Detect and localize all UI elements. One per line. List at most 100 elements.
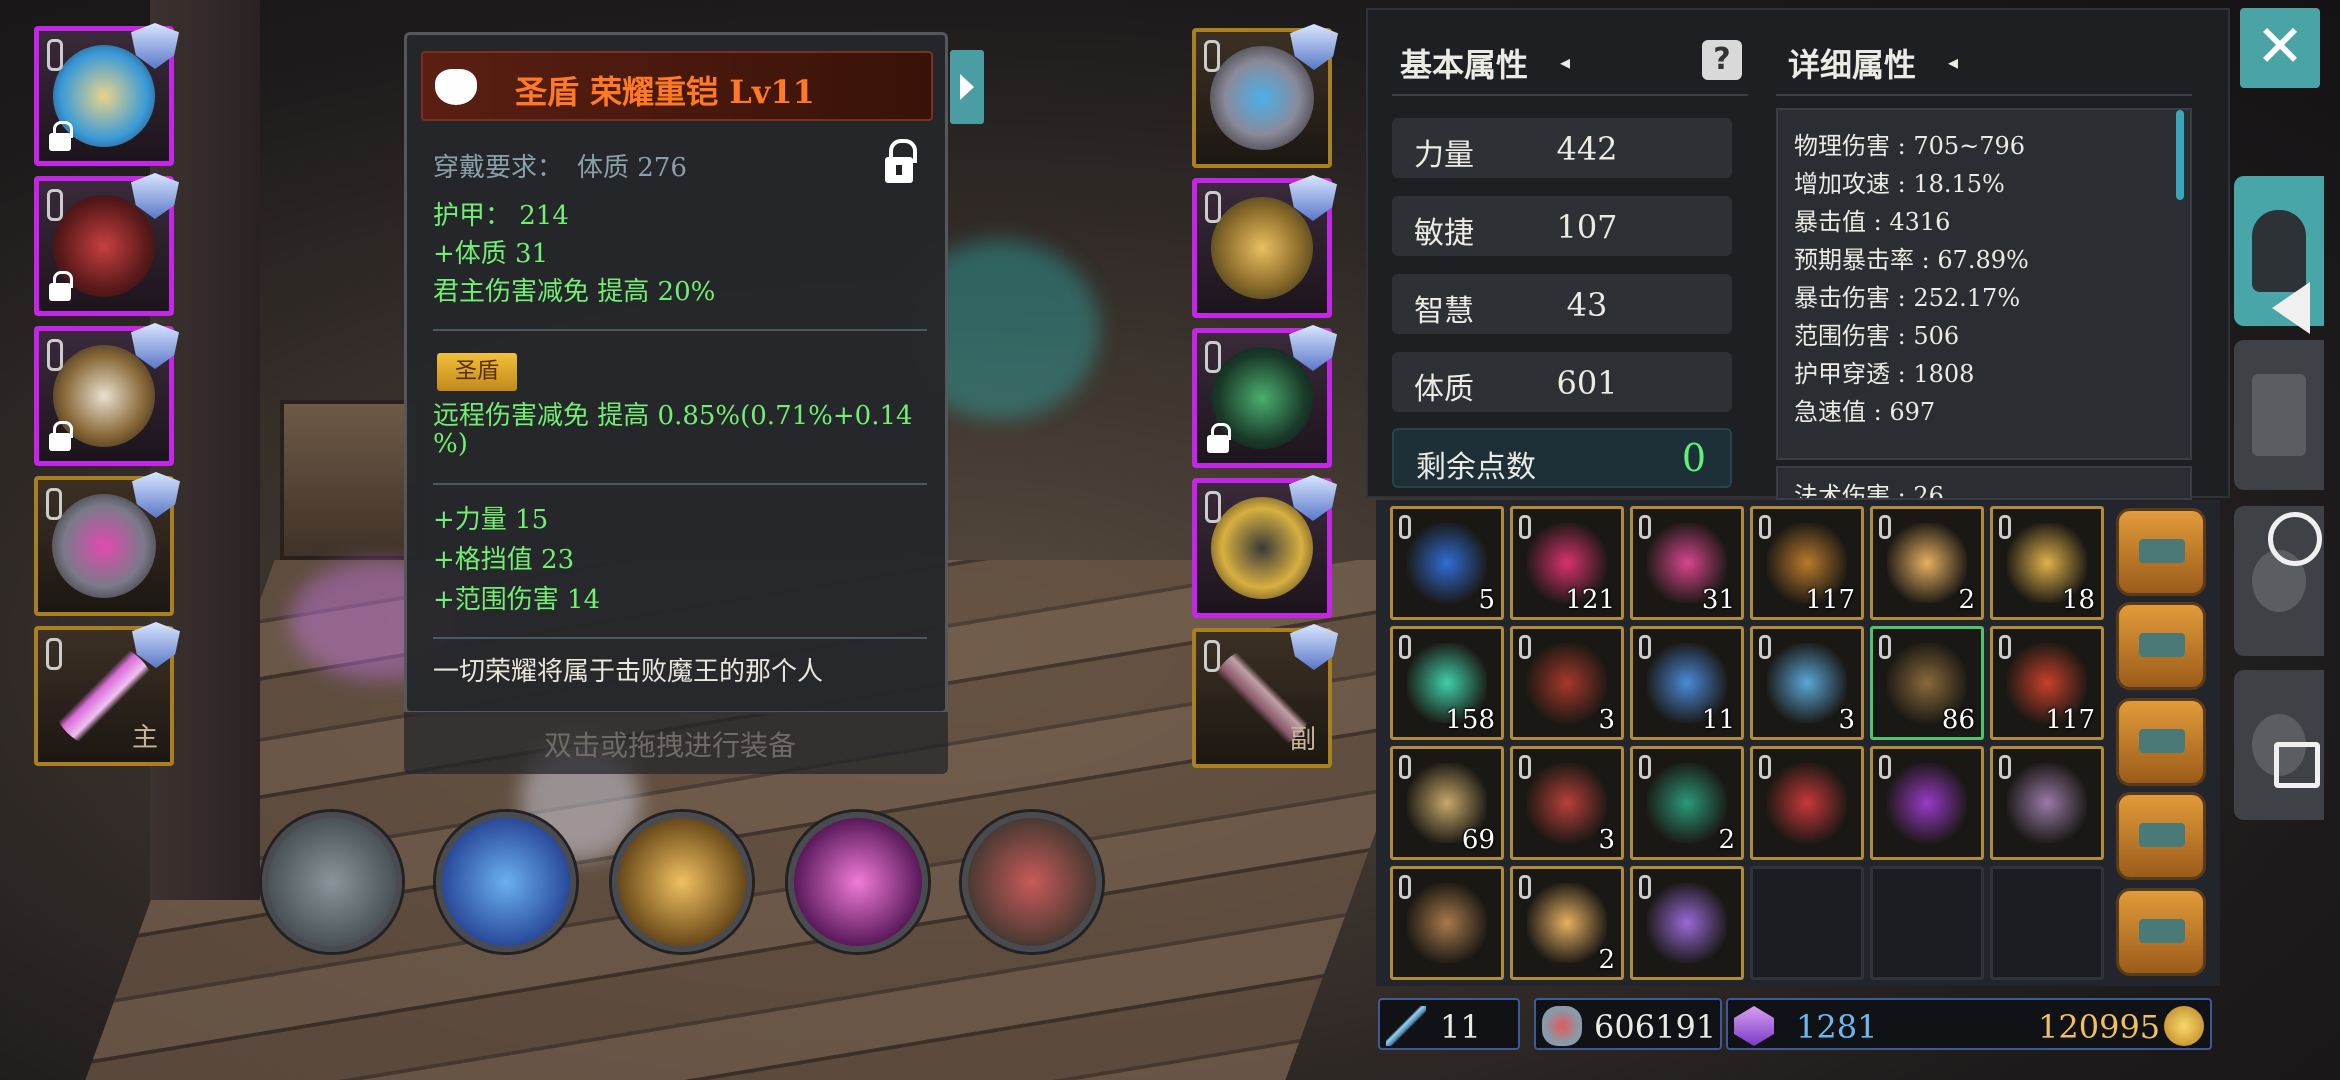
inventory-item[interactable] [1750,746,1864,860]
attributes-panel: 基本属性 ◂ ? 详细属性 ◂ 力量 442 敏捷 107 智慧 43 体质 6… [1366,8,2230,500]
bag-icon[interactable] [2116,792,2206,880]
nav-recents-icon[interactable] [2274,742,2320,788]
set-bonus-line-1: 远程伤害减免 提高 0.85%(0.71%+0.14 [433,401,913,431]
nav-home-icon[interactable] [2268,512,2322,566]
inventory-grid: 5 121 31 117 2 18 158 3 11 3 86 117 69 3 2 2 [1376,500,2220,986]
stat-value: 442 [1556,130,1618,168]
inventory-item[interactable]: 3 [1750,626,1864,740]
equip-hint: 双击或拖拽进行装备 [544,729,797,762]
inventory-slot-empty[interactable] [1750,866,1864,980]
link-icon [1879,515,1891,539]
damage-reduction-stat: 君主伤害减免 提高 20% [433,277,716,307]
equip-slot-ring[interactable] [34,472,180,616]
inventory-item[interactable] [1990,746,2104,860]
item-tooltip: 圣盾 荣耀重铠 Lv11 穿戴要求： 体质 276 护甲： 214 +体质 31… [404,32,948,714]
lock-icon[interactable] [885,139,917,183]
link-icon [1639,875,1651,899]
ring-icon [1211,497,1313,599]
bonus-strength: +力量 15 [433,505,549,535]
item-count: 2 [1598,945,1615,975]
wand-resource: 11 [1378,998,1520,1050]
equip-slot-shoulder[interactable] [34,173,179,316]
close-button[interactable]: ✕ [2240,8,2320,88]
equip-slot-boots[interactable] [1192,325,1337,468]
item-count: 3 [1598,825,1615,855]
gold-count: 120995 [2038,1008,2161,1046]
item-icon [1767,643,1847,723]
link-icon [1759,515,1771,539]
inventory-item[interactable]: 31 [1630,506,1744,620]
skill-charge[interactable] [962,812,1102,952]
stat-strength: 力量 442 [1392,118,1732,178]
bag-icon[interactable] [2116,888,2206,976]
link-icon [47,339,63,371]
inventory-item[interactable]: 2 [1510,866,1624,980]
inventory-item[interactable] [1870,746,1984,860]
detail-row: 物理伤害 : 705~796 [1794,132,2026,160]
heart-stone-icon [1542,1006,1582,1046]
inventory-item[interactable]: 69 [1390,746,1504,860]
item-count: 3 [1598,705,1615,735]
stat-constitution: 体质 601 [1392,352,1732,412]
equip-slot-chest[interactable] [34,323,179,466]
item-count: 11 [1701,705,1735,735]
nav-back-icon[interactable] [2272,282,2310,334]
equip-slot-ring-2[interactable] [1192,475,1337,618]
lock-icon [49,271,73,301]
set-badge: 圣盾 [437,353,517,391]
divider [433,329,927,331]
inventory-item[interactable] [1630,866,1744,980]
inventory-slot-empty[interactable] [1870,866,1984,980]
inventory-item[interactable]: 117 [1990,626,2104,740]
item-count: 5 [1478,585,1495,615]
bag-icon[interactable] [2116,698,2206,786]
scrollbar[interactable] [2176,110,2184,200]
skill-shield-bash[interactable] [612,812,752,952]
equip-slot-helmet[interactable] [34,23,179,166]
detail-row: 护甲穿透 : 1808 [1794,360,1975,388]
bag-icon[interactable] [2116,508,2206,596]
amulet-icon [1210,46,1314,150]
inventory-item[interactable]: 5 [1390,506,1504,620]
crystal-icon [1734,1006,1774,1046]
item-icon [1527,883,1607,963]
help-icon[interactable]: ? [1702,40,1742,80]
helmet-icon [2252,210,2306,292]
ring-icon [52,494,156,598]
requirement-label: 穿戴要求： [433,153,564,183]
link-icon [1205,341,1221,373]
equip-slot-off-hand[interactable]: 副 [1192,624,1338,768]
equip-slot-amulet[interactable] [1192,24,1338,168]
item-count: 86 [1941,705,1975,735]
crystal-count: 1281 [1796,1008,1878,1046]
inventory-item[interactable]: 18 [1990,506,2104,620]
skill-sword[interactable] [262,812,402,952]
inventory-item[interactable]: 2 [1870,506,1984,620]
tooltip-next-arrow[interactable] [950,50,984,124]
tab-skills[interactable] [2234,340,2324,490]
inventory-item[interactable] [1390,866,1504,980]
inventory-item[interactable]: 86 [1870,626,1984,740]
inventory-item[interactable]: 158 [1390,626,1504,740]
skill-boot-dash[interactable] [436,812,576,952]
link-icon [1399,755,1411,779]
equip-slot-main-hand[interactable]: 主 [34,622,180,766]
inventory-item[interactable]: 3 [1510,746,1624,860]
item-icon [1407,523,1487,603]
bag-icon[interactable] [2116,602,2206,690]
inventory-item[interactable]: 11 [1630,626,1744,740]
detail-attributes-list[interactable]: 物理伤害 : 705~796 增加攻速 : 18.15% 暴击值 : 4316 … [1776,108,2192,460]
equip-slot-gloves[interactable] [1192,175,1337,318]
main-hand-tag: 主 [131,723,158,753]
link-icon [46,488,62,520]
item-count: 69 [1461,825,1495,855]
wand-icon [1386,1006,1426,1046]
inventory-item[interactable]: 3 [1510,626,1624,740]
skill-blade-slash[interactable] [788,812,928,952]
inventory-item[interactable]: 2 [1630,746,1744,860]
inventory-item[interactable]: 117 [1750,506,1864,620]
stat-label: 力量 [1414,138,1474,173]
inventory-item[interactable]: 121 [1510,506,1624,620]
stat-wisdom: 智慧 43 [1392,274,1732,334]
inventory-slot-empty[interactable] [1990,866,2104,980]
